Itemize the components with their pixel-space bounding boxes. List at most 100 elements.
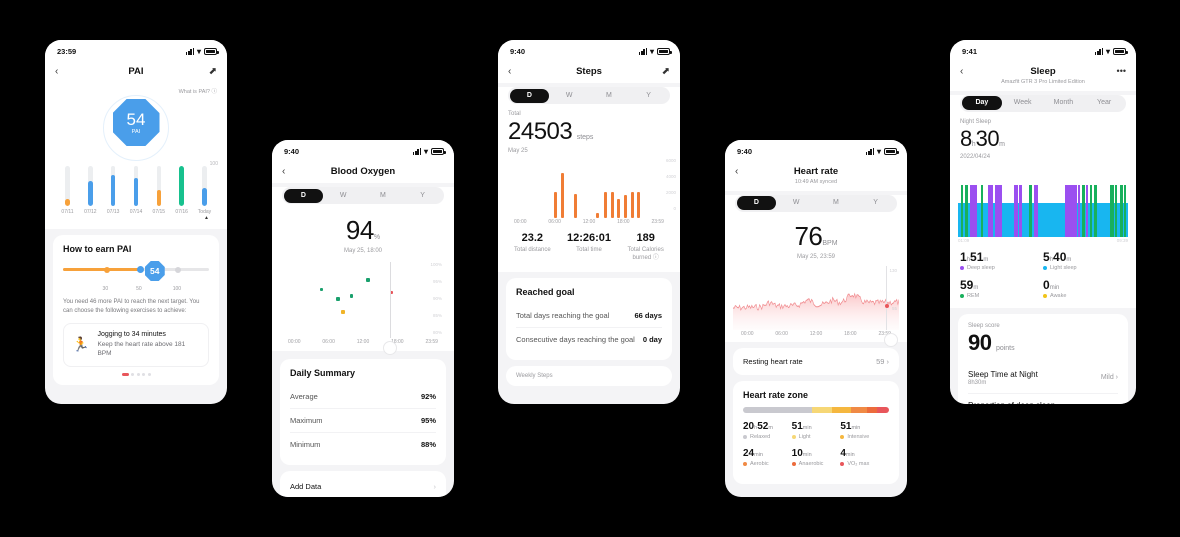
slider-stop-100[interactable] (175, 266, 182, 273)
pai-bar (127, 166, 144, 206)
deep-sleep-segment (1065, 184, 1077, 237)
pai-bar (82, 166, 99, 206)
data-point (341, 310, 345, 314)
pai-slider[interactable]: 54 (63, 261, 209, 283)
tab-w[interactable]: W (549, 89, 589, 103)
pai-octagon: 54 PAI (112, 99, 160, 146)
tab-y[interactable]: Y (856, 196, 896, 210)
sleep-hypnogram[interactable]: 01:09 09:39 (950, 160, 1136, 243)
dot-5[interactable] (147, 373, 151, 377)
resting-hr-card[interactable]: Resting heart rate 59 › (733, 347, 899, 375)
zone-legend: Anaerobic (791, 461, 841, 467)
period-tabs[interactable]: DWMY (735, 194, 897, 212)
tab-d[interactable]: D (509, 88, 550, 103)
tab-y[interactable]: Y (403, 189, 443, 203)
zone-value: 51 (840, 420, 852, 432)
spo2-x-labels: 00:00 06:00 12:00 18:00 23:59 (280, 338, 446, 345)
what-is-pai-link[interactable]: What is PAI? ⓘ (55, 87, 217, 95)
zone-title: Heart rate zone (743, 389, 809, 400)
period-tabs[interactable]: Day Week Month Year (960, 94, 1126, 112)
status-icons: ▾ (1095, 47, 1128, 55)
pai-axis-max: 100 (209, 161, 218, 167)
add-data-row[interactable]: Add Data › (290, 480, 436, 493)
back-button[interactable]: ‹ (960, 66, 974, 77)
signal-icon (1095, 47, 1103, 55)
slider-stop-50[interactable] (137, 266, 145, 273)
pai-bar-labels: 07/11 07/12 07/13 07/14 07/15 07/16 Today (55, 206, 217, 215)
page-title: Blood Oxygen (330, 166, 396, 177)
zone-cell: 10min Anaerobic (791, 448, 841, 467)
tab-d[interactable]: D (283, 188, 324, 203)
stage-unit-2: m (983, 256, 989, 263)
hr-chart[interactable]: 130 55 00:00 06:00 12:00 18:00 23:59 (725, 261, 907, 347)
stage-color-dot (1043, 293, 1047, 298)
zone-unit: min (754, 451, 763, 458)
y-tick: 100% (430, 262, 442, 267)
summary-rows: Average 92% Maximum 95% Minimum 88% (290, 385, 436, 456)
back-button[interactable]: ‹ (282, 166, 296, 177)
signal-icon (639, 47, 647, 55)
stage-legend: Deep sleep (960, 265, 1043, 271)
back-button[interactable]: ‹ (55, 66, 69, 77)
deep-sleep-segment (969, 184, 978, 237)
dot-1[interactable] (121, 373, 129, 377)
exercise-suggestion[interactable]: 🏃 Jogging to 34 minutes Keep the heart r… (63, 322, 209, 368)
exercise-detail: Keep the heart rate above 181 BPM (97, 340, 186, 358)
status-icons: ▾ (186, 47, 219, 55)
rem-segment (961, 184, 964, 237)
back-button[interactable]: ‹ (508, 66, 522, 77)
detail-sub: 8h30m (968, 379, 987, 386)
slider-stop-30[interactable] (103, 266, 110, 273)
zone-duration: 51min (792, 421, 841, 432)
steps-chart[interactable]: 6000 4000 2000 0 00:00 06:00 12:00 18:00 23:59 (498, 154, 680, 226)
sleep-detail-row[interactable]: Proportion of deep sleep (968, 392, 1118, 404)
dot-4[interactable] (142, 373, 145, 377)
tab-w[interactable]: W (776, 196, 816, 210)
page-title: PAI (128, 66, 144, 77)
chart-scrubber[interactable] (883, 332, 898, 347)
zone-unit: min (802, 424, 812, 431)
back-button[interactable]: ‹ (735, 166, 749, 177)
wifi-icon: ▾ (876, 146, 881, 156)
step-bar (603, 191, 607, 218)
tab-d[interactable]: D (736, 196, 777, 210)
resting-hr-row[interactable]: Resting heart rate 59 › (743, 356, 889, 367)
y-tick: 90% (432, 296, 442, 301)
share-icon[interactable]: ⬈ (656, 66, 670, 77)
pai-bar-label: 07/11 (61, 209, 74, 215)
stage-duration: 0min (1043, 278, 1126, 292)
tab-m[interactable]: M (816, 196, 856, 210)
period-tabs[interactable]: DWMY (508, 87, 670, 104)
hr-cursor-dot (885, 303, 889, 308)
carousel-dots[interactable] (63, 373, 209, 377)
tab-year[interactable]: Year (1084, 96, 1125, 110)
add-data-card[interactable]: Add Data › (280, 471, 446, 497)
tab-w[interactable]: W (323, 189, 363, 203)
tab-day[interactable]: Day (961, 96, 1003, 110)
spo2-chart[interactable]: 100% 95% 90% 85% 80% 00:00 06:00 12:00 18:00 23:… (272, 256, 454, 355)
tab-m[interactable]: M (589, 89, 629, 103)
pai-bar-chart (55, 164, 217, 206)
weekly-steps-card[interactable]: Weekly Steps (506, 366, 672, 387)
sleep-detail-row[interactable]: Sleep Time at Night 8h30m Mild › (968, 363, 1118, 393)
deep-sleep-segment (1033, 184, 1038, 237)
summary-label: Minimum (290, 440, 321, 449)
goal-label: Consecutive days reaching the goal (516, 335, 635, 345)
page-title: Steps (576, 66, 602, 77)
more-options-icon[interactable]: ••• (1112, 66, 1126, 76)
tab-m[interactable]: M (363, 189, 403, 203)
nav-bar: ‹ Sleep Amazfit GTR 3 Pro Limited Editio… (950, 62, 1136, 91)
stat-label: Total distance (513, 247, 551, 253)
tab-week[interactable]: Week (1002, 96, 1043, 110)
share-icon[interactable]: ⬈ (203, 66, 217, 77)
signal-icon (866, 147, 874, 155)
chart-scrubber[interactable] (382, 341, 397, 355)
period-tabs[interactable]: DWMY (282, 187, 444, 204)
tab-month[interactable]: Month (1043, 96, 1084, 110)
dot-2[interactable] (131, 373, 134, 377)
dot-3[interactable] (136, 373, 140, 377)
sleep-detail-rows[interactable]: Sleep Time at Night8h30m Mild › Proportion… (968, 363, 1118, 404)
tab-y[interactable]: Y (629, 89, 669, 103)
stage-value-2: 51 (970, 249, 984, 264)
zone-duration: 4min (840, 448, 889, 459)
